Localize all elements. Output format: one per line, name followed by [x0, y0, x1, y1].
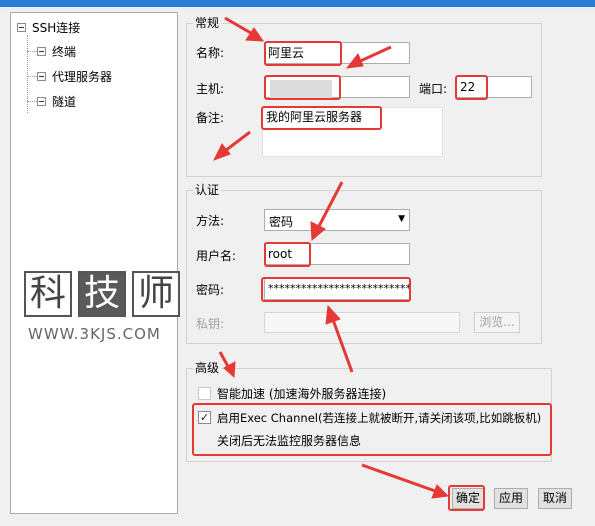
- method-label: 方法:: [196, 214, 225, 228]
- dropdown-arrow-icon: ▼: [398, 214, 405, 224]
- cancel-button[interactable]: 取消: [538, 488, 572, 509]
- tree-item-label: 代理服务器: [52, 69, 113, 84]
- tree-item-label: 终端: [52, 44, 77, 59]
- watermark-logo: 技: [78, 271, 126, 317]
- tree-item-tunnel[interactable]: 隧道: [37, 93, 76, 109]
- watermark-logo: 师: [132, 271, 180, 317]
- general-group-title: 常规: [193, 16, 222, 30]
- tree-line: [27, 76, 37, 77]
- method-select[interactable]: 密码 ▼: [264, 209, 410, 231]
- tree-item-label: 隧道: [52, 94, 77, 109]
- highlight-username: [264, 242, 311, 267]
- tree-item-label: SSH连接: [32, 20, 81, 35]
- highlight-note: [261, 106, 382, 130]
- apply-button[interactable]: 应用: [494, 488, 528, 509]
- browse-button: 浏览...: [474, 312, 520, 333]
- settings-tree: SSH连接 终端 代理服务器 隧道: [10, 12, 178, 514]
- private-key-label: 私钥:: [196, 317, 225, 331]
- tree-item-ssh[interactable]: SSH连接: [17, 19, 80, 35]
- title-bar-gap: [0, 7, 595, 10]
- collapse-icon[interactable]: [37, 71, 46, 81]
- password-label: 密码:: [196, 283, 225, 297]
- advanced-group-title: 高级: [193, 361, 222, 375]
- host-label: 主机:: [196, 82, 225, 96]
- tree-item-proxy[interactable]: 代理服务器: [37, 68, 112, 84]
- tree-item-terminal[interactable]: 终端: [37, 43, 76, 59]
- auth-group-title: 认证: [193, 183, 222, 197]
- tree-line: [27, 101, 37, 102]
- collapse-icon[interactable]: [37, 46, 46, 56]
- port-label: 端口:: [419, 82, 448, 96]
- title-bar-strip: [0, 0, 595, 7]
- collapse-icon[interactable]: [17, 22, 26, 32]
- highlight-host: [264, 75, 341, 100]
- collapse-icon[interactable]: [37, 96, 46, 106]
- watermark-url: WWW.3KJS.COM: [28, 325, 161, 343]
- arrow-icon: [361, 463, 439, 494]
- method-select-value: 密码: [269, 215, 294, 229]
- username-label: 用户名:: [196, 249, 237, 263]
- highlight-password: [261, 277, 411, 302]
- accel-label: 智能加速 (加速海外服务器连接): [217, 387, 387, 401]
- highlight-ok-button: [448, 485, 485, 511]
- highlight-port: [455, 75, 488, 100]
- highlight-name: [264, 41, 342, 66]
- name-label: 名称:: [196, 46, 225, 60]
- accel-checkbox[interactable]: [198, 387, 211, 400]
- watermark-logo: 科: [24, 271, 72, 317]
- arrow-icon: [431, 484, 450, 499]
- note-label: 备注:: [196, 111, 225, 125]
- tree-line: [27, 51, 37, 52]
- private-key-input: [264, 312, 460, 333]
- highlight-exec-channel: [192, 403, 552, 456]
